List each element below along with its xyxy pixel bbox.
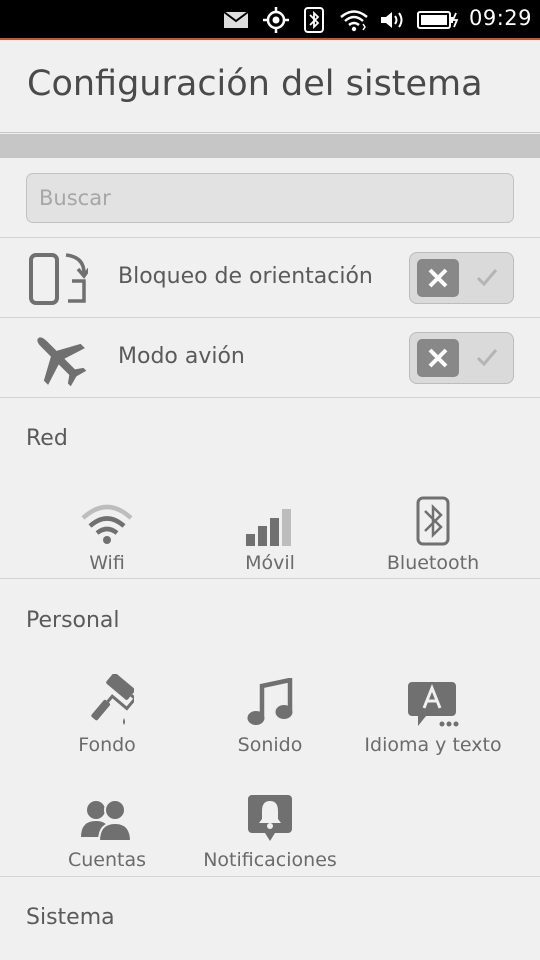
close-icon [428,348,448,368]
tile-label: Idioma y texto [364,734,502,756]
location-icon [262,7,290,33]
tile-notificaciones[interactable]: Notificaciones [185,789,355,889]
airplane-mode-row[interactable]: Modo avión [0,318,540,398]
airplane-mode-switch[interactable] [409,332,514,384]
tile-cuentas[interactable]: Cuentas [22,789,192,889]
tile-sonido[interactable]: Sonido [185,674,355,774]
orientation-lock-switch[interactable] [409,252,514,304]
check-icon [476,349,498,367]
search-area [0,158,540,238]
bluetooth-icon [303,7,325,33]
section-divider [0,578,540,579]
tile-label: Móvil [245,552,295,574]
airplane-icon [26,328,90,388]
tile-label: Wifi [89,552,125,574]
tile-label: Notificaciones [203,849,337,871]
paint-roller-icon [77,674,137,728]
cellular-signal-icon [240,492,300,546]
tile-label: Fondo [78,734,136,756]
tile-wifi[interactable]: Wifi [22,492,192,592]
tile-label: Bluetooth [386,552,480,574]
mail-icon [222,8,250,32]
switch-off-knob [417,339,459,377]
section-divider [0,876,540,877]
tile-label: Cuentas [67,849,147,871]
music-note-icon [240,674,300,728]
language-icon [403,674,463,728]
rotation-lock-icon [26,248,90,308]
wifi-icon [77,492,137,546]
orientation-lock-label: Bloqueo de orientación [118,264,373,289]
clock: 09:29 [468,6,532,30]
header-divider [0,134,540,158]
tile-idioma[interactable]: Idioma y texto [348,674,518,774]
close-icon [428,268,448,288]
tile-label: Sonido [237,734,303,756]
bluetooth-icon [403,492,463,546]
notification-bell-icon [240,789,300,843]
wifi-icon [339,8,369,32]
tile-fondo[interactable]: Fondo [22,674,192,774]
section-header-personal: Personal [26,608,120,633]
accounts-icon [77,789,137,843]
section-header-red: Red [26,426,68,451]
orientation-lock-row[interactable]: Bloqueo de orientación [0,238,540,318]
volume-icon [379,8,407,32]
status-bar: 09:29 [0,0,540,40]
search-input[interactable] [26,173,514,223]
airplane-mode-label: Modo avión [118,344,245,369]
page-title: Configuración del sistema [27,64,483,104]
battery-charging-icon [417,8,459,32]
section-header-sistema: Sistema [26,905,115,930]
tile-bluetooth[interactable]: Bluetooth [348,492,518,592]
tile-movil[interactable]: Móvil [185,492,355,592]
page-header: Configuración del sistema [0,40,540,133]
switch-off-knob [417,259,459,297]
check-icon [476,269,498,287]
